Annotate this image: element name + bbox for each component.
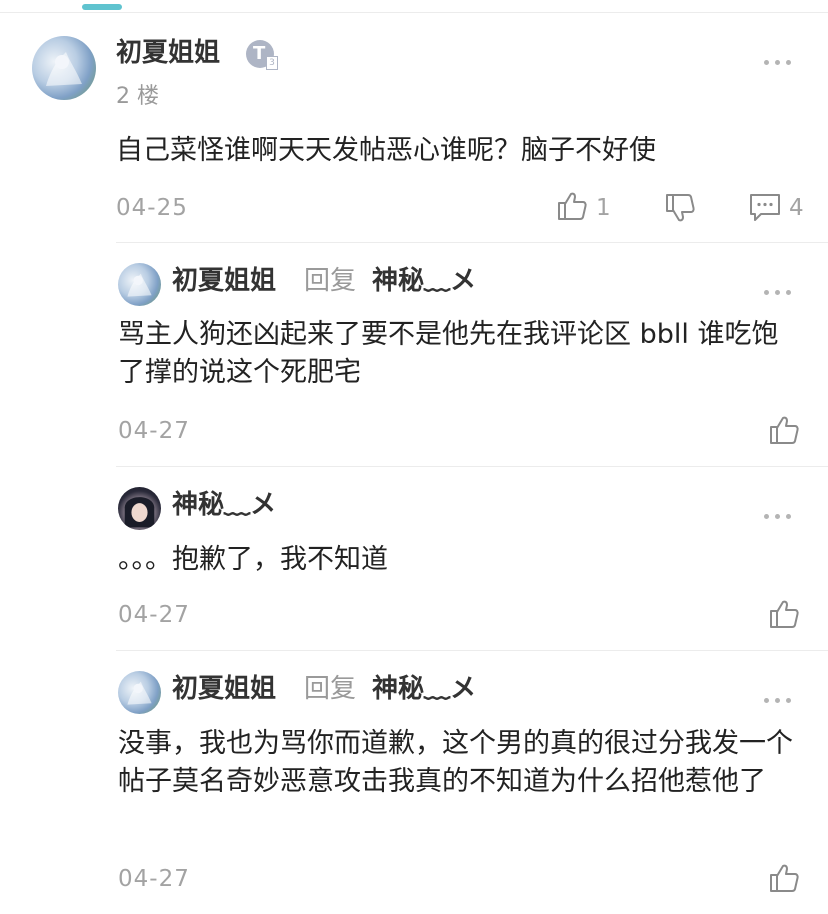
reply-text: 。。。抱歉了，我不知道: [118, 544, 388, 575]
thumbs-down-icon[interactable]: [664, 192, 696, 224]
divider: [116, 466, 828, 467]
level-badge-icon: T 3: [246, 40, 278, 70]
reply-author[interactable]: 初夏姐姐: [172, 266, 276, 296]
floor-number: 2 楼: [116, 84, 159, 109]
reply-text: 没事，我也为骂你而道歉，这个男的真的很过分我发一个帖子莫名奇妙恶意攻击我真的不知…: [118, 728, 793, 797]
comment-author[interactable]: 初夏姐姐: [116, 38, 220, 68]
avatar[interactable]: [118, 263, 161, 306]
reply-date: 04-27: [118, 866, 190, 892]
divider: [116, 650, 828, 651]
reply-text: 骂主人狗还凶起来了要不是他先在我评论区 bbll 谁吃饱了撑的说这个死肥宅: [118, 319, 779, 388]
divider: [116, 242, 828, 243]
reply-target[interactable]: 神秘﹏メ: [372, 266, 476, 296]
comment-text: 自己菜怪谁啊天天发帖恶心谁呢？脑子不好使: [116, 135, 656, 166]
more-dots-icon[interactable]: [764, 695, 794, 705]
thumbs-up-icon[interactable]: [768, 598, 800, 630]
avatar[interactable]: [32, 36, 96, 100]
comment-bubble-icon[interactable]: [749, 192, 781, 222]
reply-label: 回复: [304, 674, 357, 704]
active-tab-indicator: [82, 4, 122, 10]
reply-date: 04-27: [118, 418, 190, 444]
avatar[interactable]: [118, 487, 161, 530]
thumbs-up-icon[interactable]: [768, 414, 800, 446]
reply-target[interactable]: 神秘﹏メ: [372, 674, 476, 704]
reply-author[interactable]: 初夏姐姐: [172, 674, 276, 704]
thumbs-up-icon[interactable]: [556, 190, 588, 222]
more-dots-icon[interactable]: [764, 511, 794, 521]
reply-count: 4: [789, 195, 804, 221]
comment-date: 04-25: [116, 195, 188, 221]
more-dots-icon[interactable]: [764, 287, 794, 297]
reply-label: 回复: [304, 266, 357, 296]
top-tab-bar: [0, 0, 828, 13]
reply-date: 04-27: [118, 602, 190, 628]
thumbs-up-icon[interactable]: [768, 862, 800, 894]
more-dots-icon[interactable]: [764, 57, 794, 67]
reply-author[interactable]: 神秘﹏メ: [172, 490, 276, 520]
avatar[interactable]: [118, 671, 161, 714]
like-count: 1: [596, 195, 611, 221]
